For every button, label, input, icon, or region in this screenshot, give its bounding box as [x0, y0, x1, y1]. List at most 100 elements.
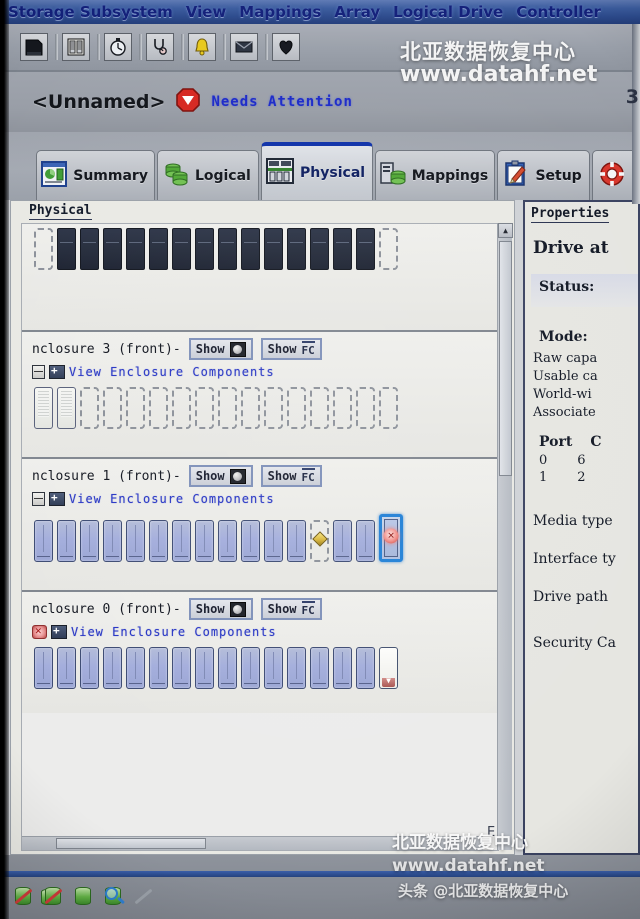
vertical-scrollbar-thumb[interactable] — [499, 241, 512, 476]
drive-slot-empty[interactable] — [379, 228, 398, 270]
tab-physical[interactable]: Physical — [260, 142, 373, 200]
drive-slot[interactable] — [287, 520, 306, 562]
drive-slot[interactable] — [80, 520, 99, 562]
drive-slot[interactable] — [149, 520, 168, 562]
drive-slot[interactable] — [126, 520, 145, 562]
new-storage-subsystem-icon[interactable] — [20, 33, 48, 61]
drive-slot[interactable] — [356, 647, 375, 689]
drive-slot[interactable] — [172, 647, 191, 689]
drive-slot-empty[interactable] — [356, 387, 375, 429]
menu-item-storage-subsystem[interactable]: Storage Subsystem — [8, 3, 173, 21]
enclosure-icon[interactable] — [62, 33, 90, 61]
drive-slot-warning[interactable] — [310, 520, 329, 562]
show-drive-button[interactable]: Show — [188, 598, 253, 620]
drive-slot-selected-failed[interactable] — [379, 514, 403, 562]
mail-icon[interactable] — [230, 33, 258, 61]
drive-slot[interactable] — [80, 647, 99, 689]
horizontal-scrollbar[interactable] — [22, 836, 483, 850]
drive-slot-empty[interactable] — [172, 387, 191, 429]
drive-slot-empty[interactable] — [310, 387, 329, 429]
menu-item-array[interactable]: Array — [334, 3, 380, 21]
drive-slot[interactable] — [241, 228, 260, 270]
drive-slot[interactable] — [149, 228, 168, 270]
disabled-drive-icon[interactable] — [12, 885, 34, 907]
drive-slot[interactable] — [310, 647, 329, 689]
show-drive-button[interactable]: Show — [188, 338, 253, 360]
drive-slot[interactable] — [172, 520, 191, 562]
vertical-scrollbar[interactable]: ▲ — [497, 223, 513, 850]
drive-slot[interactable] — [57, 520, 76, 562]
drive-slot[interactable] — [57, 387, 76, 429]
menu-item-controller[interactable]: Controller — [516, 3, 601, 21]
tab-mappings[interactable]: Mappings — [374, 150, 496, 200]
clock-icon[interactable] — [104, 33, 132, 61]
drive-slot-empty[interactable] — [287, 387, 306, 429]
drive-slot[interactable] — [57, 647, 76, 689]
drive-slot[interactable] — [126, 228, 145, 270]
drive-slot[interactable] — [310, 228, 329, 270]
drive-slot[interactable] — [34, 647, 53, 689]
drive-slot[interactable] — [195, 647, 214, 689]
view-enclosure-components-link[interactable]: View Enclosure Components — [32, 364, 494, 379]
drive-slot[interactable] — [218, 647, 237, 689]
find-drive-icon[interactable] — [102, 885, 124, 907]
heart-icon[interactable] — [272, 33, 300, 61]
drive-slot[interactable] — [103, 520, 122, 562]
view-enclosure-components-link[interactable]: View Enclosure Components — [32, 491, 494, 506]
drive-slot[interactable] — [241, 647, 260, 689]
disabled-array-icon[interactable] — [41, 885, 64, 907]
drive-slot[interactable] — [218, 228, 237, 270]
show-fc-button[interactable]: Show FC — [260, 465, 322, 487]
menu-item-logical-drive[interactable]: Logical Drive — [393, 3, 503, 21]
drive-slot-empty[interactable] — [333, 387, 352, 429]
horizontal-scrollbar-thumb[interactable] — [56, 838, 206, 849]
menu-item-view[interactable]: View — [186, 3, 227, 21]
view-enclosure-components-link[interactable]: View Enclosure Components — [32, 624, 494, 639]
drive-slot[interactable] — [195, 228, 214, 270]
show-fc-button[interactable]: Show FC — [260, 338, 322, 360]
drive-slot[interactable] — [103, 228, 122, 270]
drive-slot[interactable] — [126, 647, 145, 689]
drive-slot[interactable] — [241, 520, 260, 562]
drive-slot[interactable] — [287, 647, 306, 689]
drive-slot[interactable] — [264, 520, 283, 562]
drive-slot-empty[interactable] — [195, 387, 214, 429]
physical-scroll-area[interactable]: nclosure 3 (front)- Show Show FC + View … — [21, 223, 499, 851]
tab-logical[interactable]: Logical — [157, 150, 259, 200]
drive-slot[interactable] — [149, 647, 168, 689]
drive-slot[interactable] — [356, 520, 375, 562]
drive-slot-empty[interactable] — [34, 228, 53, 270]
drive-slot[interactable] — [356, 228, 375, 270]
drive-slot[interactable] — [172, 228, 191, 270]
drive-slot-empty[interactable] — [241, 387, 260, 429]
drive-slot-empty[interactable] — [149, 387, 168, 429]
disabled-pencil-icon[interactable] — [132, 885, 154, 907]
drive-slot-empty[interactable] — [126, 387, 145, 429]
drive-slot-empty[interactable] — [218, 387, 237, 429]
needs-attention-icon[interactable] — [175, 87, 201, 117]
drive-slot[interactable] — [333, 228, 352, 270]
scroll-up-arrow[interactable]: ▲ — [498, 223, 513, 238]
drive-slot[interactable] — [264, 647, 283, 689]
alarm-bell-icon[interactable] — [188, 33, 216, 61]
drive-slot[interactable] — [80, 228, 99, 270]
show-fc-button[interactable]: Show FC — [260, 598, 322, 620]
tab-summary[interactable]: Summary — [36, 150, 156, 200]
drive-slot[interactable] — [103, 647, 122, 689]
tab-setup[interactable]: Setup — [497, 150, 590, 200]
drive-slot[interactable] — [333, 647, 352, 689]
menu-item-mappings[interactable]: Mappings — [239, 3, 321, 21]
drive-slot[interactable] — [218, 520, 237, 562]
drive-slot-empty[interactable] — [103, 387, 122, 429]
drive-slot[interactable] — [287, 228, 306, 270]
drive-slot-empty[interactable] — [264, 387, 283, 429]
drive-slot[interactable] — [379, 647, 398, 689]
drive-icon[interactable] — [72, 885, 94, 907]
drive-slot-empty[interactable] — [379, 387, 398, 429]
drive-slot[interactable] — [34, 520, 53, 562]
show-drive-button[interactable]: Show — [188, 465, 253, 487]
drive-slot[interactable] — [195, 520, 214, 562]
drive-slot-empty[interactable] — [80, 387, 99, 429]
drive-slot[interactable] — [34, 387, 53, 429]
drive-slot[interactable] — [333, 520, 352, 562]
